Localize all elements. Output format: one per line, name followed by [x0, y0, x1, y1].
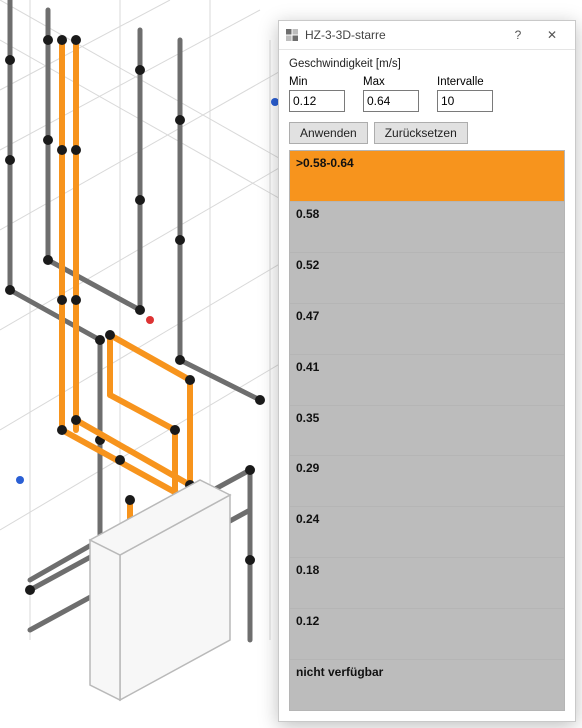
- legend-item[interactable]: 0.47: [290, 304, 564, 355]
- legend-item[interactable]: 0.35: [290, 406, 564, 457]
- legend-item[interactable]: nicht verfügbar: [290, 660, 564, 711]
- legend-item-label: 0.35: [296, 411, 319, 425]
- legend-item[interactable]: 0.52: [290, 253, 564, 304]
- legend-item-label: 0.24: [296, 512, 319, 526]
- max-label: Max: [363, 76, 419, 88]
- legend-item-label: 0.58: [296, 207, 319, 221]
- close-button[interactable]: ✕: [535, 21, 569, 49]
- min-input[interactable]: [289, 90, 345, 112]
- legend-item[interactable]: 0.58: [290, 202, 564, 253]
- min-label: Min: [289, 76, 345, 88]
- color-legend: >0.58-0.64 0.58 0.52 0.47 0.41 0.35 0.29 0.24 0.…: [289, 150, 565, 711]
- legend-item[interactable]: 0.41: [290, 355, 564, 406]
- reset-button[interactable]: Zurücksetzen: [374, 122, 468, 144]
- legend-item-label: nicht verfügbar: [296, 665, 383, 679]
- action-buttons: Anwenden Zurücksetzen: [289, 122, 565, 144]
- legend-item-label: 0.52: [296, 258, 319, 272]
- range-inputs: Min Max Intervalle: [289, 76, 565, 112]
- legend-item-label: 0.47: [296, 309, 319, 323]
- legend-item-label: 0.29: [296, 461, 319, 475]
- legend-item[interactable]: >0.58-0.64: [290, 151, 564, 202]
- parameter-label: Geschwindigkeit [m/s]: [289, 58, 565, 70]
- app-icon: [285, 28, 299, 42]
- help-icon: ?: [515, 28, 522, 42]
- legend-item-label: >0.58-0.64: [296, 156, 354, 170]
- legend-item-label: 0.18: [296, 563, 319, 577]
- interval-label: Intervalle: [437, 76, 493, 88]
- help-button[interactable]: ?: [501, 21, 535, 49]
- legend-item[interactable]: 0.18: [290, 558, 564, 609]
- close-icon: ✕: [547, 28, 557, 42]
- legend-item[interactable]: 0.29: [290, 456, 564, 507]
- dialog-body: Geschwindigkeit [m/s] Min Max Intervalle…: [279, 50, 575, 721]
- legend-item[interactable]: 0.24: [290, 507, 564, 558]
- legend-item-label: 0.41: [296, 360, 319, 374]
- interval-input[interactable]: [437, 90, 493, 112]
- legend-item[interactable]: 0.12: [290, 609, 564, 660]
- titlebar: HZ-3-3D-starre ? ✕: [279, 21, 575, 50]
- legend-item-label: 0.12: [296, 614, 319, 628]
- velocity-legend-dialog: HZ-3-3D-starre ? ✕ Geschwindigkeit [m/s]…: [278, 20, 576, 722]
- max-input[interactable]: [363, 90, 419, 112]
- apply-button[interactable]: Anwenden: [289, 122, 368, 144]
- window-title: HZ-3-3D-starre: [305, 28, 501, 42]
